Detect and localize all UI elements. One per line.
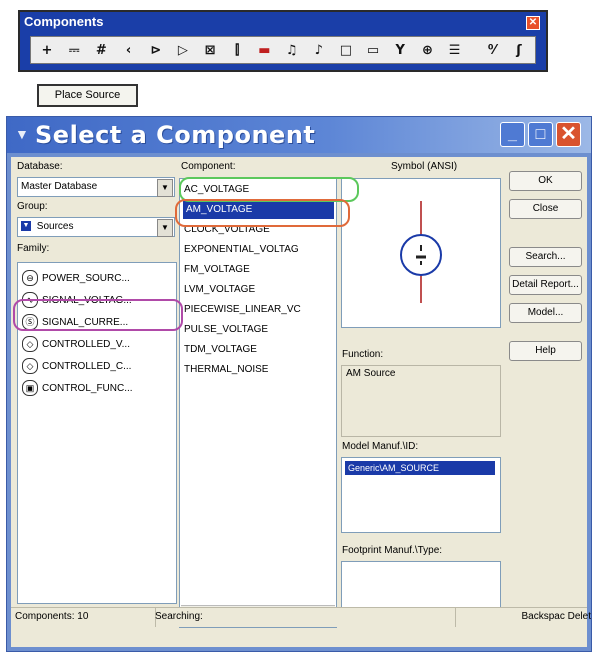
family-item-icon: ∿ (22, 292, 38, 309)
advanced-peripherals-tool[interactable]: ♫ (282, 40, 302, 60)
model-list-item-selected[interactable]: Generic\AM_SOURCE (345, 461, 495, 475)
capacitor-tool[interactable]: # (91, 40, 111, 60)
dialog-app-icon: ▼ (15, 126, 29, 142)
dialog-titlebar[interactable]: ▼ Select a Component _ □ ✕ (7, 117, 591, 153)
family-item-label: SIGNAL_VOLTAG... (42, 295, 132, 306)
function-value: AM Source (346, 368, 396, 379)
database-select[interactable]: Master Database ▼ (17, 177, 175, 197)
family-item[interactable]: ⊖ POWER_SOURC... (22, 269, 130, 289)
family-item-icon: ⊖ (22, 270, 38, 287)
family-item-label: POWER_SOURC... (42, 273, 130, 284)
components-toolbar: Components ✕ + ⎓ # ‹ ⊳ ▷ ⊠ ⫿ ▬ ♫ ♪ □ ▭ Y ⊕ ☰ ⁰⁄ ʃ (18, 10, 548, 72)
symbol-preview (341, 178, 501, 328)
group-select[interactable]: ▼ Sources ▼ (17, 217, 175, 237)
close-button[interactable]: Close (509, 199, 582, 219)
ok-button[interactable]: OK (509, 171, 582, 191)
group-dropdown-icon[interactable]: ▼ (157, 219, 173, 237)
function-display: AM Source (341, 365, 501, 437)
component-item[interactable]: PULSE_VOLTAGE (184, 321, 268, 339)
sources-icon: ▼ (21, 221, 31, 232)
components-toolbar-buttons: + ⎓ # ‹ ⊳ ▷ ⊠ ⫿ ▬ ♫ ♪ □ ▭ Y ⊕ ☰ ⁰⁄ ʃ (30, 36, 536, 64)
component-item-selected[interactable]: AM_VOLTAGE (183, 201, 334, 219)
mixed-tool[interactable]: □ (336, 40, 356, 60)
family-item[interactable]: ◇ CONTROLLED_C... (22, 357, 131, 377)
components-toolbar-title: Components (24, 14, 104, 29)
component-item[interactable]: THERMAL_NOISE (184, 361, 268, 379)
family-item-icon: ▣ (22, 380, 38, 397)
family-item[interactable]: ∿ SIGNAL_VOLTAG... (22, 291, 132, 311)
database-dropdown-icon[interactable]: ▼ (157, 179, 173, 197)
model-list[interactable]: Generic\AM_SOURCE (341, 457, 501, 533)
power-source-tool[interactable]: + (37, 40, 57, 60)
electromechanical-tool[interactable]: ⁰⁄ (482, 40, 502, 60)
mcu-tool[interactable]: ▬ (254, 40, 274, 60)
component-item[interactable]: AC_VOLTAGE (184, 181, 249, 199)
ttl-tool[interactable]: ⊠ (200, 40, 220, 60)
misc-digital-tool[interactable]: ♪ (309, 40, 329, 60)
footprint-label: Footprint Manuf.\Type: (342, 545, 443, 556)
place-source-button[interactable]: Place Source (37, 84, 138, 107)
family-item-icon: ◇ (22, 358, 38, 375)
transistor-tool[interactable]: ⊳ (146, 40, 166, 60)
dialog-client-area: Database: Master Database ▼ Group: ▼ Sou… (11, 157, 587, 647)
ladder-tool[interactable]: ʃ (509, 40, 529, 60)
component-item[interactable]: EXPONENTIAL_VOLTAG (184, 241, 299, 259)
maximize-button[interactable]: □ (528, 122, 553, 147)
family-item-icon: Ⓢ (22, 314, 38, 331)
family-list[interactable]: ⊖ POWER_SOURC... ∿ SIGNAL_VOLTAG... Ⓢ SIGNAL_… (17, 262, 177, 604)
family-item-label: CONTROLLED_V... (42, 339, 130, 350)
database-label: Database: (17, 161, 63, 172)
group-label: Group: (17, 201, 48, 212)
family-item-label: SIGNAL_CURRE... (42, 317, 129, 328)
misc-tool[interactable]: ⊕ (417, 40, 437, 60)
detail-report-button[interactable]: Detail Report... (509, 275, 582, 295)
select-component-dialog: ▼ Select a Component _ □ ✕ Database: Mas… (6, 116, 592, 652)
status-bar: Components: 10 Searching: Backspac Delet (11, 607, 591, 627)
component-item[interactable]: PIECEWISE_LINEAR_VC (184, 301, 301, 319)
database-value: Master Database (21, 181, 98, 192)
family-item-label: CONTROLLED_C... (42, 361, 132, 372)
am-source-symbol-icon (400, 201, 442, 303)
search-button[interactable]: Search... (509, 247, 582, 267)
component-item[interactable]: LVM_VOLTAGE (184, 281, 255, 299)
power-component-tool[interactable]: Y (390, 40, 410, 60)
function-label: Function: (342, 349, 384, 360)
family-item-icon: ◇ (22, 336, 38, 353)
component-list[interactable]: AC_VOLTAGE AM_VOLTAGE CLOCK_VOLTAGE EXPONEN… (179, 178, 337, 628)
family-item[interactable]: Ⓢ SIGNAL_CURRE... (22, 313, 128, 333)
dialog-title: Select a Component (35, 121, 316, 149)
family-label: Family: (17, 243, 50, 254)
status-searching: Searching: (151, 608, 456, 627)
family-item[interactable]: ◇ CONTROLLED_V... (22, 335, 130, 355)
minimize-button[interactable]: _ (500, 122, 525, 147)
analog-tool[interactable]: ▷ (173, 40, 193, 60)
model-button[interactable]: Model... (509, 303, 582, 323)
cmos-tool[interactable]: ⫿ (227, 40, 247, 60)
symbol-label: Symbol (ANSI) (391, 161, 458, 172)
family-item[interactable]: ▣ CONTROL_FUNC... (22, 379, 133, 399)
indicator-tool[interactable]: ▭ (363, 40, 383, 60)
group-value: Sources (36, 221, 74, 232)
component-item[interactable]: CLOCK_VOLTAGE (184, 221, 270, 239)
close-window-button[interactable]: ✕ (556, 122, 581, 147)
component-item[interactable]: TDM_VOLTAGE (184, 341, 257, 359)
family-item-label: CONTROL_FUNC... (42, 383, 133, 394)
model-label: Model Manuf.\ID: (342, 441, 419, 452)
component-label: Component: (181, 161, 236, 172)
resistor-tool[interactable]: ⎓ (64, 40, 84, 60)
help-button[interactable]: Help (509, 341, 582, 361)
diode-tool[interactable]: ‹ (119, 40, 139, 60)
rf-tool[interactable]: ☰ (445, 40, 465, 60)
status-keys: Backspac Delet (521, 611, 591, 622)
toolbar-close-icon[interactable]: ✕ (526, 16, 540, 30)
status-component-count: Components: 10 (11, 608, 156, 627)
component-item[interactable]: FM_VOLTAGE (184, 261, 250, 279)
